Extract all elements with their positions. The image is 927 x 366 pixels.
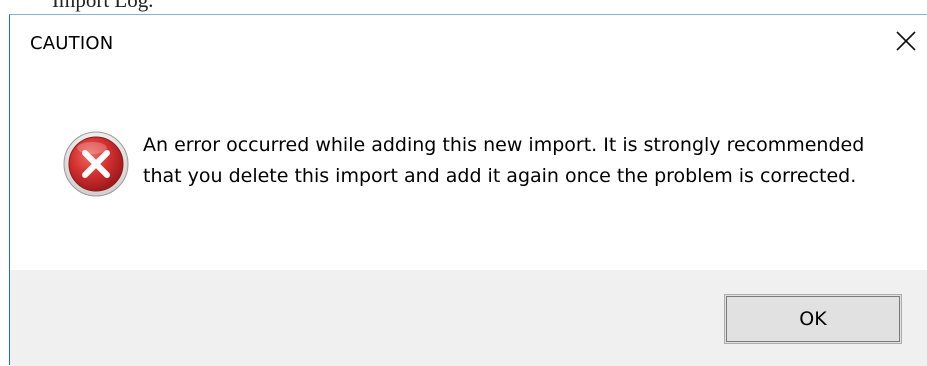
dialog-title: CAUTION [30, 33, 114, 54]
dialog-footer: OK [10, 270, 927, 366]
ok-button[interactable]: OK [724, 294, 902, 344]
error-icon [62, 130, 130, 198]
dialog-content: An error occurred while adding this new … [10, 73, 927, 270]
close-button[interactable] [889, 23, 923, 63]
caution-dialog: CAUTION An error occurred while adding t… [9, 14, 927, 366]
dialog-titlebar[interactable]: CAUTION [10, 15, 927, 73]
error-message: An error occurred while adding this new … [143, 134, 865, 187]
close-icon [895, 30, 917, 56]
background-window-text: Import Log. [52, 0, 154, 12]
